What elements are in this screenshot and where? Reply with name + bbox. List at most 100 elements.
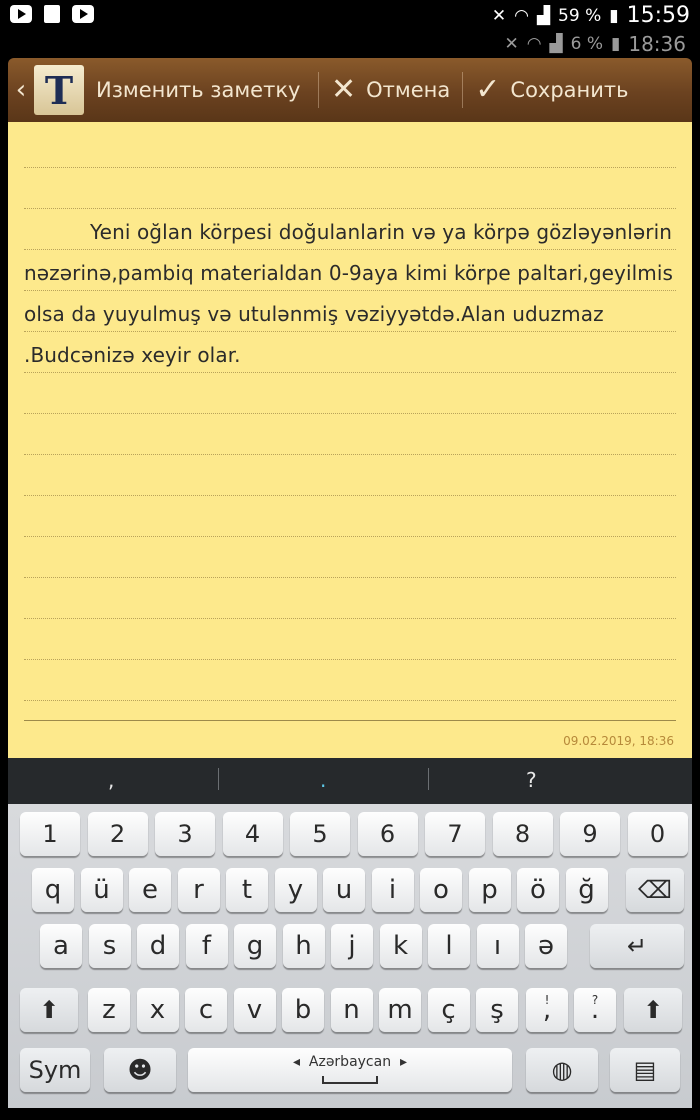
app-icon[interactable]: T [34,65,84,115]
suggestion-period[interactable]: . [320,768,326,792]
key-g[interactable]: g [234,924,276,968]
ghost-clock: 18:36 [628,32,686,56]
shift-icon: ⬆ [38,996,60,1024]
ruled-line [24,495,676,496]
key-6[interactable]: 6 [357,812,418,856]
mute-icon: ✕ [504,34,519,54]
key-m[interactable]: m [379,988,421,1032]
key-l[interactable]: l [428,924,470,968]
key-k[interactable]: k [379,924,422,968]
key-ö[interactable]: ö [517,868,559,912]
clock: 15:59 [626,3,690,28]
globe-icon: ◍ [551,1056,573,1084]
key-1[interactable]: 1 [20,812,80,856]
key-c[interactable]: c [185,988,227,1032]
enter-key[interactable]: ↵ [590,924,684,968]
back-arrow-icon[interactable]: ‹ [8,75,34,105]
mute-icon: ✕ [491,5,507,26]
shift-left-key[interactable]: ⬆ [20,988,78,1032]
note-timestamp: 09.02.2019, 18:36 [563,734,674,748]
suggestion-comma[interactable]: , [108,768,114,792]
key-ç[interactable]: ç [427,988,470,1032]
battery-text: 59 % [558,5,602,26]
ghost-status-bar: ✕ ◠ ▟ 6 % ▮ 18:36 [0,32,700,58]
key-n[interactable]: n [330,988,373,1032]
key-u[interactable]: u [323,868,365,912]
status-bar: ✕ ◠ ▟ 59 % ▮ 15:59 [0,0,700,32]
key-j[interactable]: j [331,924,373,968]
key-r[interactable]: r [177,868,220,912]
key-f[interactable]: f [185,924,228,968]
key-5[interactable]: 5 [290,812,350,856]
key-ü[interactable]: ü [80,868,123,912]
key-2[interactable]: 2 [87,812,148,856]
key-o[interactable]: o [420,868,462,912]
keyboard: 1234567890 q ü e r t y u i o p ö ğ ⌫ a s d f g h j k l ı ə ↵ ⬆ z… [8,804,692,1108]
ruled-line [24,577,676,578]
divider [318,72,319,108]
key-e[interactable]: e [129,868,171,912]
key-9[interactable]: 9 [560,812,620,856]
key-t[interactable]: t [226,868,268,912]
key-y[interactable]: y [274,868,317,912]
key-ə[interactable]: ə [525,924,567,968]
number-row: 1234567890 [8,812,692,862]
ruled-line [24,413,676,414]
key-comma-exclaim[interactable]: !, [526,988,568,1032]
emoji-icon: ☻ [127,1056,153,1084]
key-d[interactable]: d [137,924,179,968]
backspace-key[interactable]: ⌫ [626,868,684,912]
note-editor[interactable]: Yeni oğlan körpesi doğulanlarin və ya kö… [8,122,692,758]
key-v[interactable]: v [233,988,276,1032]
key-8[interactable]: 8 [492,812,553,856]
key-3[interactable]: 3 [155,812,215,856]
key-period-question[interactable]: ?. [574,988,616,1032]
emoji-key[interactable]: ☻ [104,1048,176,1092]
youtube-icon [10,5,32,23]
alt-label: ? [591,993,599,1007]
page-title: Изменить заметку [96,78,301,102]
key-ı[interactable]: ı [476,924,519,968]
action-bar: ‹ T Изменить заметку ✕ Отмена ✓ Сохранит… [8,58,692,122]
ghost-battery-text: 6 % [570,34,603,54]
ruled-line [24,454,676,455]
key-0[interactable]: 0 [627,812,688,856]
space-icon [322,1076,378,1084]
language-label: ◂ Azərbaycan ▸ [292,1054,408,1070]
alt-label: ! [544,993,550,1007]
shift-right-key[interactable]: ⬆ [624,988,682,1032]
key-ğ[interactable]: ğ [565,868,608,912]
key-ş[interactable]: ş [476,988,518,1032]
language-name: Azərbaycan [308,1054,392,1070]
key-h[interactable]: h [282,924,325,968]
letter-row-2: a s d f g h j k l ı ə ↵ [8,924,692,974]
check-icon: ✓ [475,72,501,107]
suggestion-question[interactable]: ? [526,768,537,792]
signal-icon: ▟ [536,5,551,26]
ruled-line [24,700,676,701]
key-7[interactable]: 7 [425,812,485,856]
clipboard-key[interactable]: ▤ [610,1048,680,1092]
key-x[interactable]: x [136,988,179,1032]
key-s[interactable]: s [88,924,131,968]
note-text[interactable]: Yeni oğlan körpesi doğulanlarin və ya kö… [24,212,674,376]
bottom-row: Sym ☻ ◂ Azərbaycan ▸ ◍ ▤ [8,1048,692,1098]
key-4[interactable]: 4 [222,812,283,856]
letter-row-1: q ü e r t y u i o p ö ğ ⌫ [8,868,692,918]
key-p[interactable]: p [468,868,511,912]
key-b[interactable]: b [282,988,324,1032]
key-z[interactable]: z [88,988,130,1032]
cancel-button[interactable]: ✕ Отмена [331,75,450,105]
divider [218,768,219,790]
key-q[interactable]: q [32,868,74,912]
save-button[interactable]: ✓ Сохранить [475,75,628,105]
wifi-icon: ◠ [526,34,542,54]
wifi-icon: ◠ [514,5,529,26]
globe-key[interactable]: ◍ [526,1048,598,1092]
space-key[interactable]: ◂ Azərbaycan ▸ [188,1048,512,1092]
sym-key[interactable]: Sym [20,1048,90,1092]
enter-icon: ↵ [626,932,648,960]
key-i[interactable]: i [371,868,414,912]
key-a[interactable]: a [40,924,82,968]
divider [462,72,464,108]
